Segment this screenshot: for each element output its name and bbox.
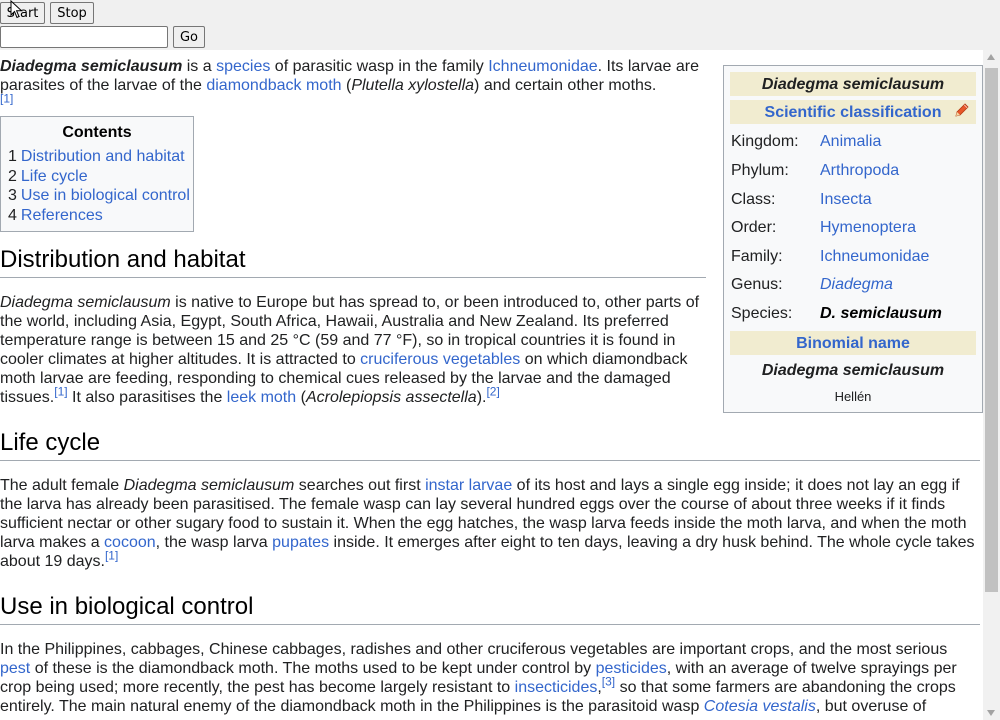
- taxobox-binomial-header: Binomial name: [730, 331, 976, 355]
- taxobox-label-genus: Genus:: [731, 276, 783, 293]
- taxobox-authority: Hellén: [834, 389, 872, 404]
- lifecycle-paragraph: The adult female Diadegma semiclausum se…: [0, 477, 975, 570]
- go-button[interactable]: Go: [173, 26, 205, 48]
- link-leek-moth[interactable]: leek moth: [227, 389, 296, 406]
- taxobox-value-class[interactable]: Insecta: [820, 190, 872, 209]
- vertical-scrollbar[interactable]: [983, 50, 1000, 720]
- distribution-paragraph: Diadegma semiclausum is native to Europe…: [0, 294, 700, 406]
- link-cotesia-vestalis[interactable]: Cotesia vestalis: [704, 698, 816, 715]
- intro-paragraph: Diadegma semiclausum is a species of par…: [0, 58, 700, 106]
- scroll-down-arrow-icon[interactable]: [987, 710, 995, 716]
- taxobox-label-kingdom: Kingdom:: [731, 133, 799, 150]
- link-cruciferous-vegetables[interactable]: cruciferous vegetables: [360, 351, 520, 368]
- taxobox-value-order[interactable]: Hymenoptera: [820, 218, 916, 237]
- link-insecticides[interactable]: insecticides: [515, 679, 598, 696]
- link-species[interactable]: species: [216, 58, 270, 75]
- ref-link[interactable]: [3]: [602, 675, 615, 689]
- taxobox-label-species: Species:: [731, 305, 793, 322]
- ref-link[interactable]: [2]: [486, 385, 499, 399]
- page-viewport: Diadegma semiclausum is a species of par…: [0, 50, 983, 720]
- heading-biological-control: Use in biological control: [0, 593, 980, 625]
- toc-item-references[interactable]: 4 References: [1, 206, 193, 226]
- toc-item-life-cycle[interactable]: 2 Life cycle: [1, 167, 193, 187]
- taxobox-binomial: Diadegma semiclausum: [761, 362, 945, 379]
- taxobox-label-order: Order:: [731, 219, 777, 236]
- scroll-up-arrow-icon[interactable]: [987, 54, 995, 60]
- browser-toolbar: Start Stop Go: [0, 0, 1000, 50]
- taxobox-value-phylum[interactable]: Arthropoda: [820, 161, 899, 180]
- taxobox-label-phylum: Phylum:: [731, 162, 789, 179]
- pencil-icon[interactable]: [954, 102, 970, 118]
- link-binomial-name[interactable]: Binomial name: [796, 334, 910, 353]
- taxobox-classification-header: Scientific classification: [730, 100, 976, 124]
- taxobox-value-kingdom[interactable]: Animalia: [820, 132, 881, 151]
- toc-item-distribution[interactable]: 1 Distribution and habitat: [1, 147, 193, 167]
- link-diamondback-moth[interactable]: diamondback moth: [206, 77, 341, 94]
- stop-button[interactable]: Stop: [50, 2, 94, 24]
- ref-link[interactable]: [1]: [0, 92, 13, 106]
- heading-distribution: Distribution and habitat: [0, 246, 706, 278]
- ref-link[interactable]: [1]: [105, 549, 118, 563]
- taxobox: Diadegma semiclausum Scientific classifi…: [723, 65, 983, 413]
- taxobox-value-genus[interactable]: Diadegma: [820, 275, 893, 294]
- biocontrol-paragraph: In the Philippines, cabbages, Chinese ca…: [0, 641, 957, 715]
- link-instar-larvae[interactable]: instar larvae: [425, 477, 512, 494]
- table-of-contents: Contents 1 Distribution and habitat 2 Life…: [0, 116, 194, 232]
- link-pest[interactable]: pest: [0, 660, 30, 677]
- heading-life-cycle: Life cycle: [0, 429, 980, 461]
- link-pupates[interactable]: pupates: [272, 534, 329, 551]
- taxobox-title: Diadegma semiclausum: [730, 72, 976, 96]
- taxobox-value-species: D. semiclausum: [820, 305, 942, 322]
- taxobox-value-family[interactable]: Ichneumonidae: [820, 247, 929, 266]
- scrollbar-thumb[interactable]: [985, 68, 998, 592]
- link-scientific-classification[interactable]: Scientific classification: [765, 103, 942, 122]
- toc-item-biological-control[interactable]: 3 Use in biological control: [1, 186, 193, 206]
- taxobox-label-family: Family:: [731, 248, 783, 265]
- cursor-icon: [10, 0, 23, 19]
- toc-title: Contents: [62, 124, 132, 141]
- url-input[interactable]: [0, 26, 168, 48]
- link-ichneumonidae[interactable]: Ichneumonidae: [488, 58, 597, 75]
- taxobox-label-class: Class:: [731, 191, 776, 208]
- ref-link[interactable]: [1]: [54, 385, 67, 399]
